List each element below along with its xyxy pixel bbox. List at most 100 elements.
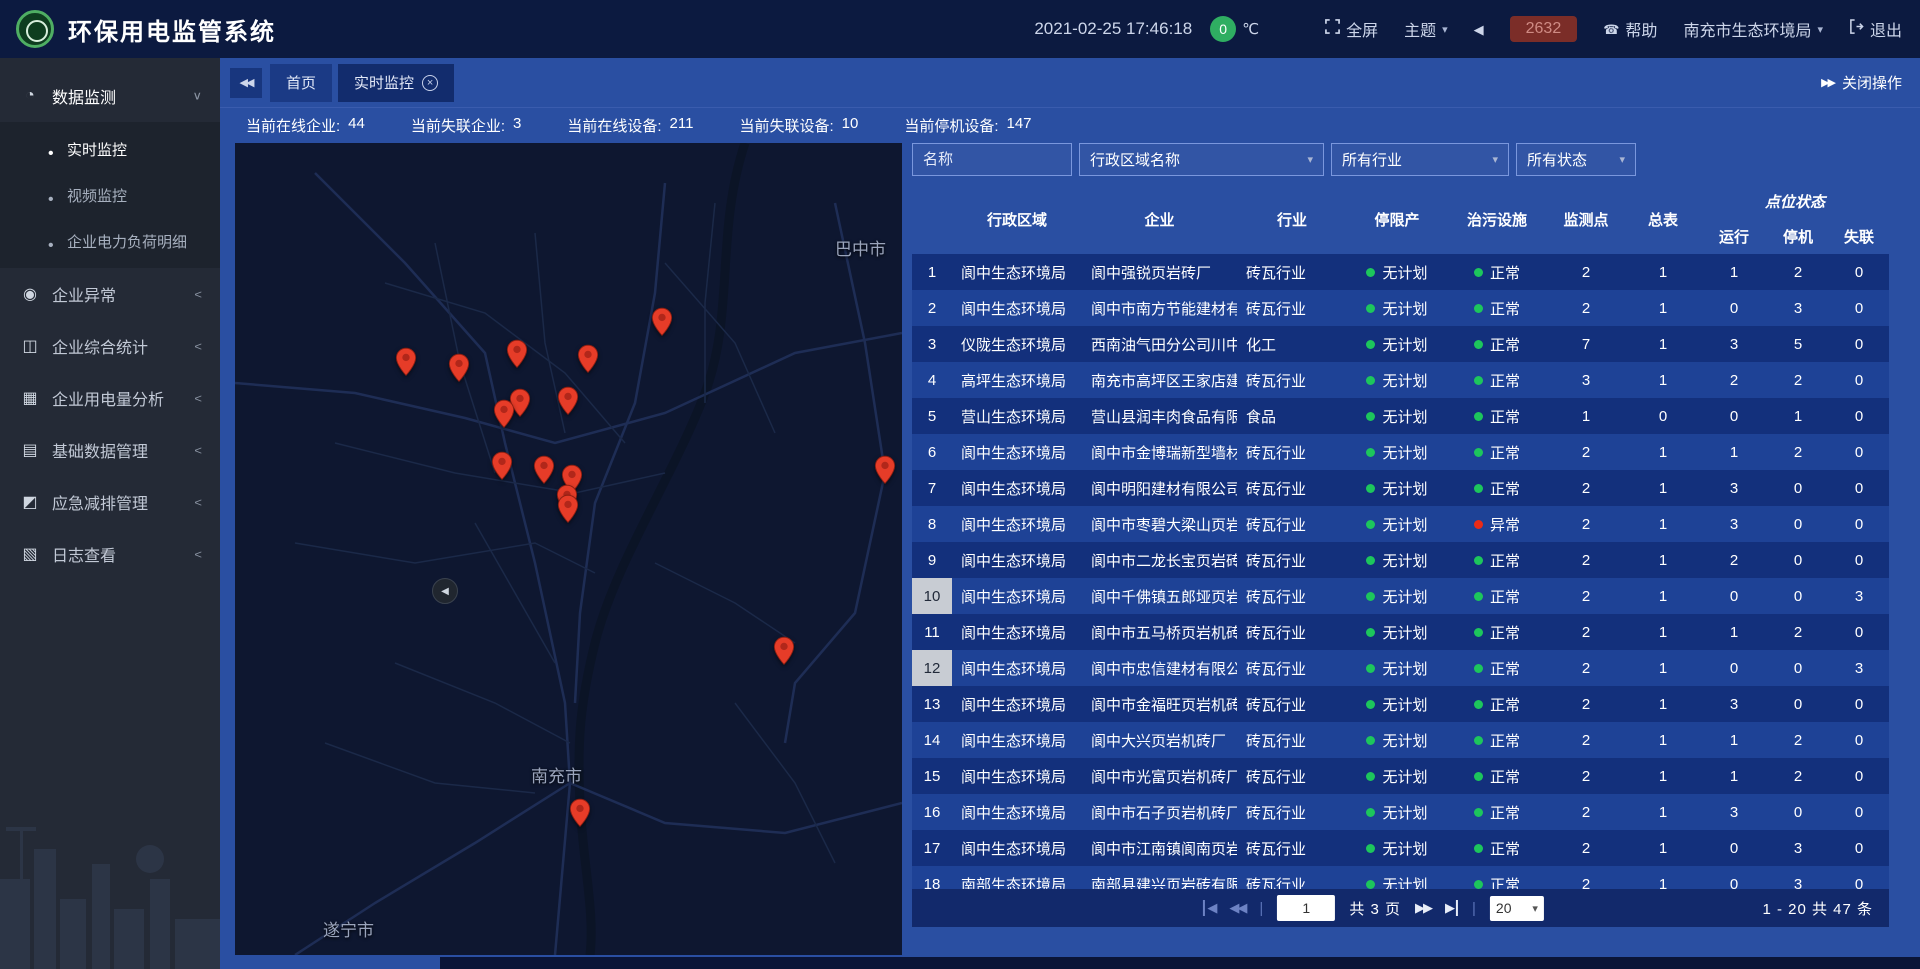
next-page-button[interactable]: ▶▶ [1415,900,1431,916]
cell-run: 0 [1701,290,1767,326]
prev-page-button[interactable]: ◀◀ [1229,900,1245,916]
logout-button[interactable]: 退出 [1849,17,1902,41]
table-row[interactable]: 4高坪生态环境局南充市高坪区王家店建砖瓦行业无计划正常31220 [912,362,1889,398]
tab-close-icon[interactable]: × [422,75,438,91]
cell-points: 2 [1547,758,1625,794]
chevron-down-icon: ▾ [1532,902,1538,915]
table-row[interactable]: 18南部生态环境局南部县建兴页岩砖有限砖瓦行业无计划正常21030 [912,866,1889,889]
status-dot-icon [1474,412,1483,421]
map-pin[interactable] [493,399,515,429]
sidebar-subitem[interactable]: •企业电力负荷明细 [0,218,220,264]
map-pin[interactable] [491,451,513,481]
map-pin[interactable] [577,344,599,374]
map-city-label: 南充市 [531,762,582,787]
cell-limit-status: 无计划 [1347,866,1447,889]
chevron-down-icon: ▾ [1619,153,1625,166]
page-size-select[interactable]: 20 ▾ [1490,896,1544,921]
cell-meters: 1 [1625,362,1701,398]
cell-company: 阆中市忠信建材有限公 [1082,650,1237,686]
cell-facility-text: 正常 [1490,298,1520,319]
table-row[interactable]: 13阆中生态环境局阆中市金福旺页岩机砖砖瓦行业无计划正常21300 [912,686,1889,722]
table-row[interactable]: 14阆中生态环境局阆中大兴页岩机砖厂砖瓦行业无计划正常21120 [912,722,1889,758]
table-row[interactable]: 9阆中生态环境局阆中市二龙长宝页岩砖砖瓦行业无计划正常21200 [912,542,1889,578]
tab-bar: ◀◀ 首页 实时监控 × ▶▶ 关闭操作 [220,58,1920,108]
cell-stop: 3 [1767,830,1829,866]
fullscreen-button[interactable]: 全屏 [1325,17,1378,41]
industry-filter-select[interactable]: 所有行业 ▾ [1331,143,1509,176]
last-page-button[interactable]: ▶ [1445,900,1458,916]
sidebar-subitem[interactable]: •视频监控 [0,172,220,218]
tabs-scroll-left-button[interactable]: ◀◀ [230,68,262,98]
map-pin[interactable] [874,455,896,485]
tab-home[interactable]: 首页 [270,64,332,102]
map-pin[interactable] [448,353,470,383]
cell-company: 阆中市南方节能建材有 [1082,290,1237,326]
sidebar-item[interactable]: ▦企业用电量分析< [0,372,220,424]
sidebar-item[interactable]: ◉企业异常< [0,268,220,320]
sidebar-item[interactable]: ▤基础数据管理< [0,424,220,476]
table-row[interactable]: 10阆中生态环境局阆中千佛镇五郎垭页岩砖瓦行业无计划正常21003 [912,578,1889,614]
table-row[interactable]: 16阆中生态环境局阆中市石子页岩机砖厂砖瓦行业无计划正常21300 [912,794,1889,830]
cell-industry: 砖瓦行业 [1237,470,1347,506]
page-number-input[interactable] [1277,895,1335,921]
status-dot-icon [1366,556,1375,565]
theme-dropdown[interactable]: 主题 ▾ [1404,17,1448,41]
alert-count-badge[interactable]: 2632 [1510,16,1578,42]
close-operations-button[interactable]: ▶▶ 关闭操作 [1821,72,1902,93]
table-row[interactable]: 7阆中生态环境局阆中明阳建材有限公司砖瓦行业无计划正常21300 [912,470,1889,506]
cell-facility-text: 正常 [1490,766,1520,787]
horn-icon: ◀ [1474,23,1484,36]
sidebar-item[interactable]: ▧日志查看< [0,528,220,580]
map-pin[interactable] [557,494,579,524]
table-row[interactable]: 12阆中生态环境局阆中市忠信建材有限公砖瓦行业无计划正常21003 [912,650,1889,686]
sidebar-subitem[interactable]: •实时监控 [0,126,220,172]
cell-meters: 1 [1625,290,1701,326]
table-row[interactable]: 15阆中生态环境局阆中市光富页岩机砖厂砖瓦行业无计划正常21120 [912,758,1889,794]
cell-company: 阆中千佛镇五郎垭页岩 [1082,578,1237,614]
org-dropdown[interactable]: 南充市生态环境局 ▾ [1683,17,1823,41]
cell-region: 营山生态环境局 [952,398,1082,434]
map-pin[interactable] [533,455,555,485]
map-pin[interactable] [773,636,795,666]
cell-meters: 1 [1625,254,1701,290]
sidebar-item[interactable]: ◫企业综合统计< [0,320,220,372]
cell-meters: 1 [1625,578,1701,614]
region-filter-select[interactable]: 行政区域名称 ▾ [1079,143,1324,176]
map-pin[interactable] [651,307,673,337]
table-row[interactable]: 11阆中生态环境局阆中市五马桥页岩机砖砖瓦行业无计划正常21120 [912,614,1889,650]
map-pin[interactable] [395,347,417,377]
table-row[interactable]: 3仪陇生态环境局西南油气田分公司川中化工无计划正常71350 [912,326,1889,362]
cell-row-number: 8 [912,506,952,542]
announce-button[interactable]: ◀ [1474,23,1484,36]
map-pin[interactable] [506,339,528,369]
table-row[interactable]: 1阆中生态环境局阆中强锐页岩砖厂砖瓦行业无计划正常21120 [912,254,1889,290]
sidebar-item[interactable]: ◔数据监测∨ [0,70,220,122]
cell-limit-status: 无计划 [1347,686,1447,722]
cell-limit-status: 无计划 [1347,398,1447,434]
cell-stop: 0 [1767,686,1829,722]
table-row[interactable]: 2阆中生态环境局阆中市南方节能建材有砖瓦行业无计划正常21030 [912,290,1889,326]
table-body: 1阆中生态环境局阆中强锐页岩砖厂砖瓦行业无计划正常211202阆中生态环境局阆中… [912,254,1889,889]
first-page-button[interactable]: ◀ [1202,900,1215,916]
cell-run: 1 [1701,722,1767,758]
col-header: 行政区域 [952,184,1082,254]
cell-points: 2 [1547,290,1625,326]
sidebar-item[interactable]: ◩应急减排管理< [0,476,220,528]
table-row[interactable]: 8阆中生态环境局阆中市枣碧大梁山页岩砖瓦行业无计划异常21300 [912,506,1889,542]
cell-industry: 砖瓦行业 [1237,722,1347,758]
cell-industry: 砖瓦行业 [1237,506,1347,542]
table-row[interactable]: 6阆中生态环境局阆中市金博瑞新型墙材砖瓦行业无计划正常21120 [912,434,1889,470]
map-pin[interactable] [557,386,579,416]
table-row[interactable]: 17阆中生态环境局阆中市江南镇阆南页岩砖瓦行业无计划正常21030 [912,830,1889,866]
sidebar-collapse-toggle[interactable]: ◀ [432,578,458,604]
table-row[interactable]: 5营山生态环境局营山县润丰肉食品有限食品无计划正常10010 [912,398,1889,434]
map-panel[interactable]: 巴中市南充市遂宁市 [235,143,902,955]
sidebar-item-label: 日志查看 [52,542,194,566]
name-filter-input[interactable] [912,143,1072,176]
map-pin[interactable] [569,798,591,828]
cell-points: 2 [1547,578,1625,614]
status-filter-select[interactable]: 所有状态 ▾ [1516,143,1636,176]
tab-realtime-monitor[interactable]: 实时监控 × [338,64,454,102]
cell-limit-status: 无计划 [1347,578,1447,614]
help-button[interactable]: ☎ 帮助 [1603,17,1657,41]
